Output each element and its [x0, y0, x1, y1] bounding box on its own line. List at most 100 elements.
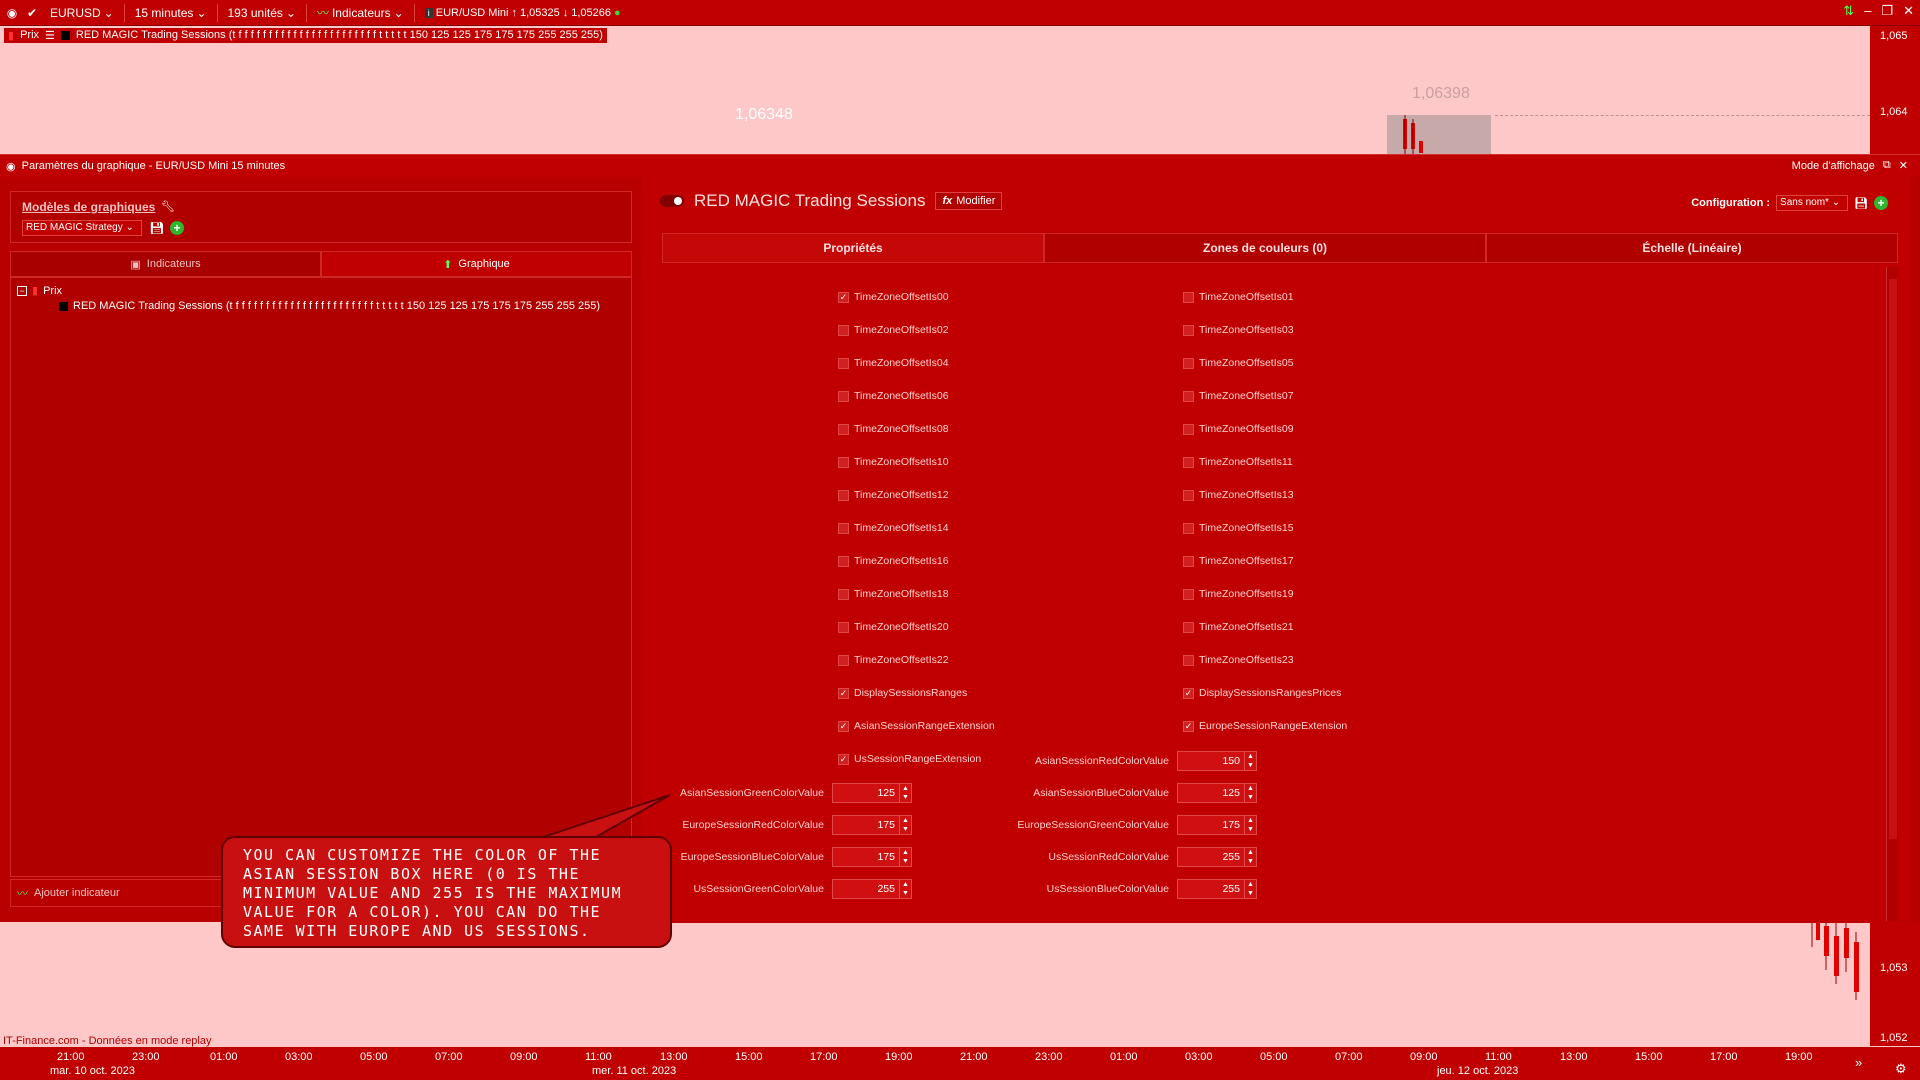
checkbox-box — [838, 621, 849, 633]
app-logo-icon[interactable]: ◉ — [4, 5, 20, 21]
display-mode-icon[interactable]: ⧉ — [1883, 159, 1891, 172]
spinner-icon[interactable]: ▲ ▼ — [899, 880, 911, 898]
checkbox-tz12[interactable]: TimeZoneOffsetIs12 — [838, 489, 949, 501]
checkbox-tz17[interactable]: TimeZoneOffsetIs17 — [1183, 555, 1294, 567]
asian-blue-input[interactable]: 125 ▲ ▼ — [1177, 783, 1257, 803]
checkbox-tz23[interactable]: TimeZoneOffsetIs23 — [1183, 654, 1294, 666]
indicator-toggle[interactable] — [660, 195, 684, 207]
value: 175 — [877, 851, 895, 863]
units-selector[interactable]: 193 unités ⌄ — [222, 2, 302, 24]
spinner-icon[interactable]: ▲ ▼ — [1244, 848, 1256, 866]
checkbox-tz06[interactable]: TimeZoneOffsetIs06 — [838, 390, 949, 402]
checkbox-tz16[interactable]: TimeZoneOffsetIs16 — [838, 555, 949, 567]
shield-icon[interactable]: ✔ — [24, 5, 40, 21]
chart-top-area[interactable]: 1,06348 1,06398 — [0, 26, 1870, 154]
checkbox-tz19[interactable]: TimeZoneOffsetIs19 — [1183, 588, 1294, 600]
europe-blue-input[interactable]: 175 ▲ ▼ — [832, 847, 912, 867]
us-blue-input[interactable]: 255 ▲ ▼ — [1177, 879, 1257, 899]
europe-red-input[interactable]: 175 ▲ ▼ — [832, 815, 912, 835]
indicator-header: RED MAGIC Trading Sessions fx Modifier — [660, 191, 1003, 211]
data-source-note: IT-Finance.com - Données en mode replay — [3, 1035, 212, 1047]
date-tick: mar. 10 oct. 2023 — [50, 1065, 135, 1077]
checkbox-asian-extension[interactable]: ✓ AsianSessionRangeExtension — [838, 720, 995, 732]
symbol-selector[interactable]: EURUSD ⌄ — [44, 2, 120, 24]
spinner-icon[interactable]: ▲ ▼ — [899, 784, 911, 802]
check-icon: ✓ — [838, 291, 849, 303]
dialog-close-icon[interactable]: ✕ — [1899, 159, 1908, 172]
checkbox-label: TimeZoneOffsetIs13 — [1199, 489, 1294, 501]
dialog-logo-icon: ◉ — [6, 160, 16, 173]
checkbox-label: DisplaySessionsRangesPrices — [1199, 687, 1342, 699]
checkbox-tz14[interactable]: TimeZoneOffsetIs14 — [838, 522, 949, 534]
scroll-thumb[interactable] — [1889, 279, 1897, 839]
tree-item-prix[interactable]: − ▮ Prix — [17, 284, 62, 297]
spinner-icon[interactable]: ▲ ▼ — [899, 848, 911, 866]
tab-indicators[interactable]: ▣ Indicateurs — [10, 251, 321, 277]
checkbox-tz10[interactable]: TimeZoneOffsetIs10 — [838, 456, 949, 468]
checkbox-tz21[interactable]: TimeZoneOffsetIs21 — [1183, 621, 1294, 633]
modify-button[interactable]: fx Modifier — [935, 192, 1003, 210]
add-model-button[interactable]: + — [169, 220, 185, 236]
checkbox-us-extension[interactable]: ✓ UsSessionRangeExtension — [838, 753, 981, 765]
collapse-icon[interactable]: − — [17, 285, 27, 296]
scroll-right-icon[interactable]: » — [1855, 1055, 1862, 1070]
checkbox-tz01[interactable]: TimeZoneOffsetIs01 — [1183, 291, 1294, 303]
sync-icon[interactable]: ⇅ — [1843, 3, 1854, 19]
checkbox-tz08[interactable]: TimeZoneOffsetIs08 — [838, 423, 949, 435]
asian-red-input[interactable]: 150 ▲ ▼ — [1177, 751, 1257, 771]
add-config-button[interactable]: + — [1874, 196, 1888, 210]
indicator-chart-icon: 〰 — [316, 6, 329, 20]
checkbox-label: TimeZoneOffsetIs08 — [854, 423, 949, 435]
info-icon[interactable]: i — [424, 7, 433, 18]
us-red-input[interactable]: 255 ▲ ▼ — [1177, 847, 1257, 867]
checkbox-tz07[interactable]: TimeZoneOffsetIs07 — [1183, 390, 1294, 402]
restore-icon[interactable]: ❐ — [1881, 3, 1893, 19]
checkbox-tz09[interactable]: TimeZoneOffsetIs09 — [1183, 423, 1294, 435]
save-config-icon[interactable]: 💾︎ — [1854, 197, 1868, 210]
value-label: EuropeSessionRedColorValue — [682, 819, 824, 831]
checkbox-display-ranges[interactable]: ✓ DisplaySessionsRanges — [838, 687, 967, 699]
asian-green-input[interactable]: 125 ▲ ▼ — [832, 783, 912, 803]
checkbox-tz02[interactable]: TimeZoneOffsetIs02 — [838, 324, 949, 336]
properties-scrollbar[interactable] — [1886, 267, 1898, 921]
checkbox-tz00[interactable]: ✓ TimeZoneOffsetIs00 — [838, 291, 949, 303]
models-title[interactable]: Modèles de graphiques — [22, 200, 155, 214]
minimize-icon[interactable]: – — [1864, 3, 1871, 19]
wrench-icon[interactable]: 🔧︎ — [161, 200, 175, 213]
chart-settings-dialog: ◉ Paramètres du graphique - EUR/USD Mini… — [0, 154, 1920, 923]
checkbox-tz22[interactable]: TimeZoneOffsetIs22 — [838, 654, 949, 666]
chart-settings-icon[interactable]: ⚙ — [1895, 1061, 1907, 1077]
tree-item-indicator[interactable]: RED MAGIC Trading Sessions (t f f f f f … — [59, 300, 600, 312]
us-green-input[interactable]: 255 ▲ ▼ — [832, 879, 912, 899]
checkbox-tz18[interactable]: TimeZoneOffsetIs18 — [838, 588, 949, 600]
checkbox-label: TimeZoneOffsetIs01 — [1199, 291, 1294, 303]
spinner-icon[interactable]: ▲ ▼ — [1244, 784, 1256, 802]
spinner-icon[interactable]: ▲ ▼ — [1244, 752, 1256, 770]
spinner-icon[interactable]: ▲ ▼ — [1244, 880, 1256, 898]
checkbox-tz13[interactable]: TimeZoneOffsetIs13 — [1183, 489, 1294, 501]
strategy-select[interactable]: RED MAGIC Strategy ⌄ — [22, 220, 142, 236]
spinner-icon[interactable]: ▲ ▼ — [899, 816, 911, 834]
checkbox-europe-extension[interactable]: ✓ EuropeSessionRangeExtension — [1183, 720, 1347, 732]
legend-entry[interactable]: ▮ Prix ☰ RED MAGIC Trading Sessions (t f… — [4, 27, 607, 43]
checkbox-tz20[interactable]: TimeZoneOffsetIs20 — [838, 621, 949, 633]
time-axis[interactable]: 21:00 23:00 01:00 03:00 05:00 07:00 09:0… — [0, 1047, 1920, 1080]
indicators-button[interactable]: 〰 Indicateurs ⌄ — [311, 2, 410, 24]
checkbox-tz03[interactable]: TimeZoneOffsetIs03 — [1183, 324, 1294, 336]
top-toolbar: ◉ ✔ EURUSD ⌄ 15 minutes ⌄ 193 unités ⌄ 〰 Ind… — [0, 0, 1920, 26]
tab-chart[interactable]: ⬆ Graphique — [321, 251, 632, 277]
checkbox-tz04[interactable]: TimeZoneOffsetIs04 — [838, 357, 949, 369]
save-icon[interactable]: 💾︎ — [149, 220, 165, 236]
europe-green-input[interactable]: 175 ▲ ▼ — [1177, 815, 1257, 835]
tab-properties[interactable]: Propriétés — [662, 233, 1044, 263]
spinner-icon[interactable]: ▲ ▼ — [1244, 816, 1256, 834]
config-select[interactable]: Sans nom* ⌄ — [1776, 195, 1849, 211]
tab-color-zones[interactable]: Zones de couleurs (0) — [1044, 233, 1486, 263]
close-icon[interactable]: ✕ — [1903, 3, 1914, 19]
checkbox-tz15[interactable]: TimeZoneOffsetIs15 — [1183, 522, 1294, 534]
checkbox-display-range-prices[interactable]: ✓ DisplaySessionsRangesPrices — [1183, 687, 1341, 699]
timeframe-selector[interactable]: 15 minutes ⌄ — [129, 2, 213, 24]
checkbox-tz05[interactable]: TimeZoneOffsetIs05 — [1183, 357, 1294, 369]
checkbox-tz11[interactable]: TimeZoneOffsetIs11 — [1183, 456, 1293, 468]
tab-scale[interactable]: Échelle (Linéaire) — [1486, 233, 1898, 263]
